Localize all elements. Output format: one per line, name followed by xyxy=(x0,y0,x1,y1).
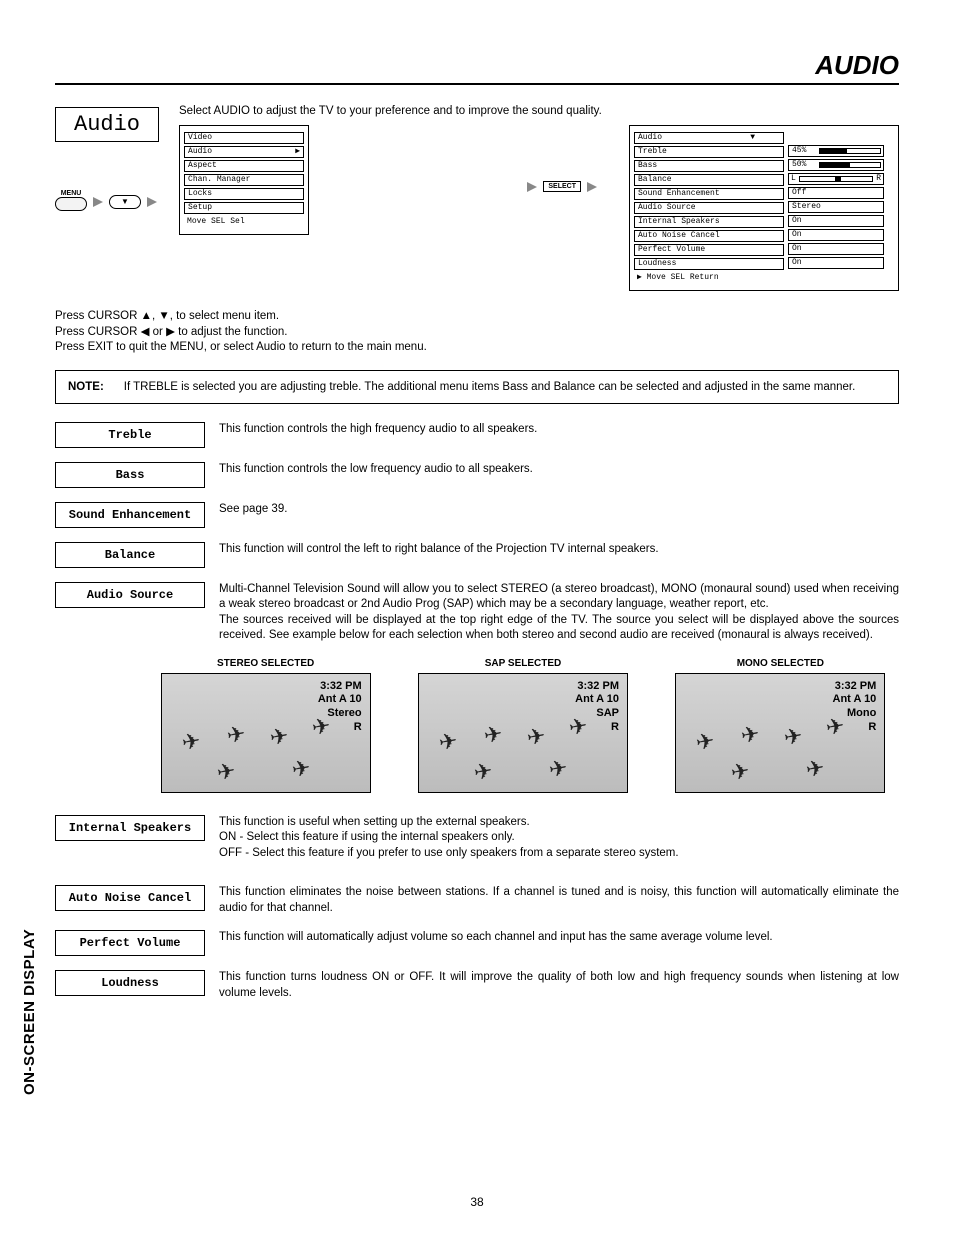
plane-icon: ✈ xyxy=(268,722,291,751)
def-bass-label: Bass xyxy=(55,462,205,488)
def-treble-label: Treble xyxy=(55,422,205,448)
menu-item-locks: Locks xyxy=(184,188,304,200)
cursor-down-icon: ▼ xyxy=(109,195,141,209)
plane-icon: ✈ xyxy=(437,727,460,756)
def-sound-enh-text: See page 39. xyxy=(219,502,899,518)
def-loudness-text: This function turns loudness ON or OFF. … xyxy=(219,970,899,1001)
arrow-right-icon xyxy=(527,182,537,192)
screen-mono: 3:32 PM Ant A 10 Mono R ✈ ✈ ✈ ✈ ✈ ✈ xyxy=(675,673,885,793)
audio-item-bass: Bass xyxy=(634,160,784,172)
value-balance: L R xyxy=(788,173,884,185)
menu-item-aspect: Aspect xyxy=(184,160,304,172)
top-diagram: Audio MENU ▼ Select AUDIO to adjust the … xyxy=(55,105,899,291)
plane-icon: ✈ xyxy=(739,720,762,749)
menu-item-video: Video xyxy=(184,132,304,144)
screen-stereo: 3:32 PM Ant A 10 Stereo R ✈ ✈ ✈ ✈ ✈ ✈ xyxy=(161,673,371,793)
plane-icon: ✈ xyxy=(225,720,248,749)
audio-item-loudness: Loudness xyxy=(634,258,784,270)
def-anc-label: Auto Noise Cancel xyxy=(55,885,205,911)
screen-sap-title: SAP SELECTED xyxy=(418,658,628,669)
audio-item-source: Audio Source xyxy=(634,202,784,214)
plane-icon: ✈ xyxy=(215,757,238,786)
menu-label: MENU xyxy=(55,190,87,197)
instructions: Press CURSOR ▲, ▼, to select menu item. … xyxy=(55,309,899,356)
menu-item-chan-manager: Chan. Manager xyxy=(184,174,304,186)
audio-item-balance: Balance xyxy=(634,174,784,186)
screen-stereo-title: STEREO SELECTED xyxy=(161,658,371,669)
value-source: Stereo xyxy=(788,201,884,213)
plane-icon: ✈ xyxy=(180,727,203,756)
plane-icon: ✈ xyxy=(525,722,548,751)
side-tab-label: ON-SCREEN DISPLAY xyxy=(21,929,38,1095)
plane-icon: ✈ xyxy=(310,712,333,741)
menu-item-audio: Audio xyxy=(184,146,304,158)
def-internal-label: Internal Speakers xyxy=(55,815,205,841)
intro-text: Select AUDIO to adjust the TV to your pr… xyxy=(179,105,899,117)
page: AUDIO Audio MENU ▼ Select AUDIO to adjus… xyxy=(0,0,954,1235)
value-internal: On xyxy=(788,215,884,227)
example-screens: STEREO SELECTED 3:32 PM Ant A 10 Stereo … xyxy=(147,658,899,793)
plane-icon: ✈ xyxy=(482,720,505,749)
audio-item-internal: Internal Speakers xyxy=(634,216,784,228)
def-perfect-text: This function will automatically adjust … xyxy=(219,930,899,946)
value-perfect: On xyxy=(788,243,884,255)
def-bass-text: This function controls the low frequency… xyxy=(219,462,899,478)
audio-item-sound-enh: Sound Enhancement xyxy=(634,188,784,200)
menu-item-setup: Setup xyxy=(184,202,304,214)
arrow-right-icon xyxy=(147,197,157,207)
audio-item-treble: Treble xyxy=(634,146,784,158)
arrow-right-icon xyxy=(587,182,597,192)
instruction-line: Press CURSOR ▲, ▼, to select menu item. xyxy=(55,309,899,325)
screen-sap: 3:32 PM Ant A 10 SAP R ✈ ✈ ✈ ✈ ✈ ✈ xyxy=(418,673,628,793)
plane-icon: ✈ xyxy=(472,757,495,786)
plane-icon: ✈ xyxy=(729,757,752,786)
def-audio-source-text: Multi-Channel Television Sound will allo… xyxy=(219,582,899,644)
def-anc-text: This function eliminates the noise betwe… xyxy=(219,885,899,916)
audio-item-anc: Auto Noise Cancel xyxy=(634,230,784,242)
def-audio-source-label: Audio Source xyxy=(55,582,205,608)
select-button-label: SELECT xyxy=(543,181,581,192)
def-internal-text: This function is useful when setting up … xyxy=(219,815,899,862)
instruction-line: Press CURSOR ◀ or ▶ to adjust the functi… xyxy=(55,325,899,341)
menu-footer: Move SEL Sel xyxy=(184,216,304,228)
value-anc: On xyxy=(788,229,884,241)
osd-audio-menu: Audio▼ Treble Bass Balance Sound Enhance… xyxy=(629,125,899,291)
plane-icon: ✈ xyxy=(804,754,827,783)
def-balance-text: This function will control the left to r… xyxy=(219,542,899,558)
page-title: AUDIO xyxy=(55,50,899,85)
menu-button-icon xyxy=(55,197,87,211)
page-number: 38 xyxy=(0,1195,954,1209)
note-label: NOTE: xyxy=(68,381,104,393)
note-text: If TREBLE is selected you are adjusting … xyxy=(124,381,856,393)
value-loudness: On xyxy=(788,257,884,269)
def-loudness-label: Loudness xyxy=(55,970,205,996)
audio-menu-title: Audio▼ xyxy=(634,132,784,144)
arrow-right-icon xyxy=(93,197,103,207)
def-sound-enh-label: Sound Enhancement xyxy=(55,502,205,528)
plane-icon: ✈ xyxy=(694,727,717,756)
def-balance-label: Balance xyxy=(55,542,205,568)
def-perfect-label: Perfect Volume xyxy=(55,930,205,956)
plane-icon: ✈ xyxy=(547,754,570,783)
plane-icon: ✈ xyxy=(782,722,805,751)
audio-item-perfect: Perfect Volume xyxy=(634,244,784,256)
value-treble: 45% xyxy=(788,145,884,157)
audio-section-button: Audio xyxy=(55,107,159,142)
note-box: NOTE: If TREBLE is selected you are adju… xyxy=(55,370,899,404)
osd-main-menu: Video Audio Aspect Chan. Manager Locks S… xyxy=(179,125,309,235)
audio-menu-footer: ▶ Move SEL Return xyxy=(634,272,784,284)
value-bass: 50% xyxy=(788,159,884,171)
def-treble-text: This function controls the high frequenc… xyxy=(219,422,899,438)
value-sound-enh: Off xyxy=(788,187,884,199)
screen-mono-title: MONO SELECTED xyxy=(675,658,885,669)
plane-icon: ✈ xyxy=(290,754,313,783)
instruction-line: Press EXIT to quit the MENU, or select A… xyxy=(55,340,899,356)
